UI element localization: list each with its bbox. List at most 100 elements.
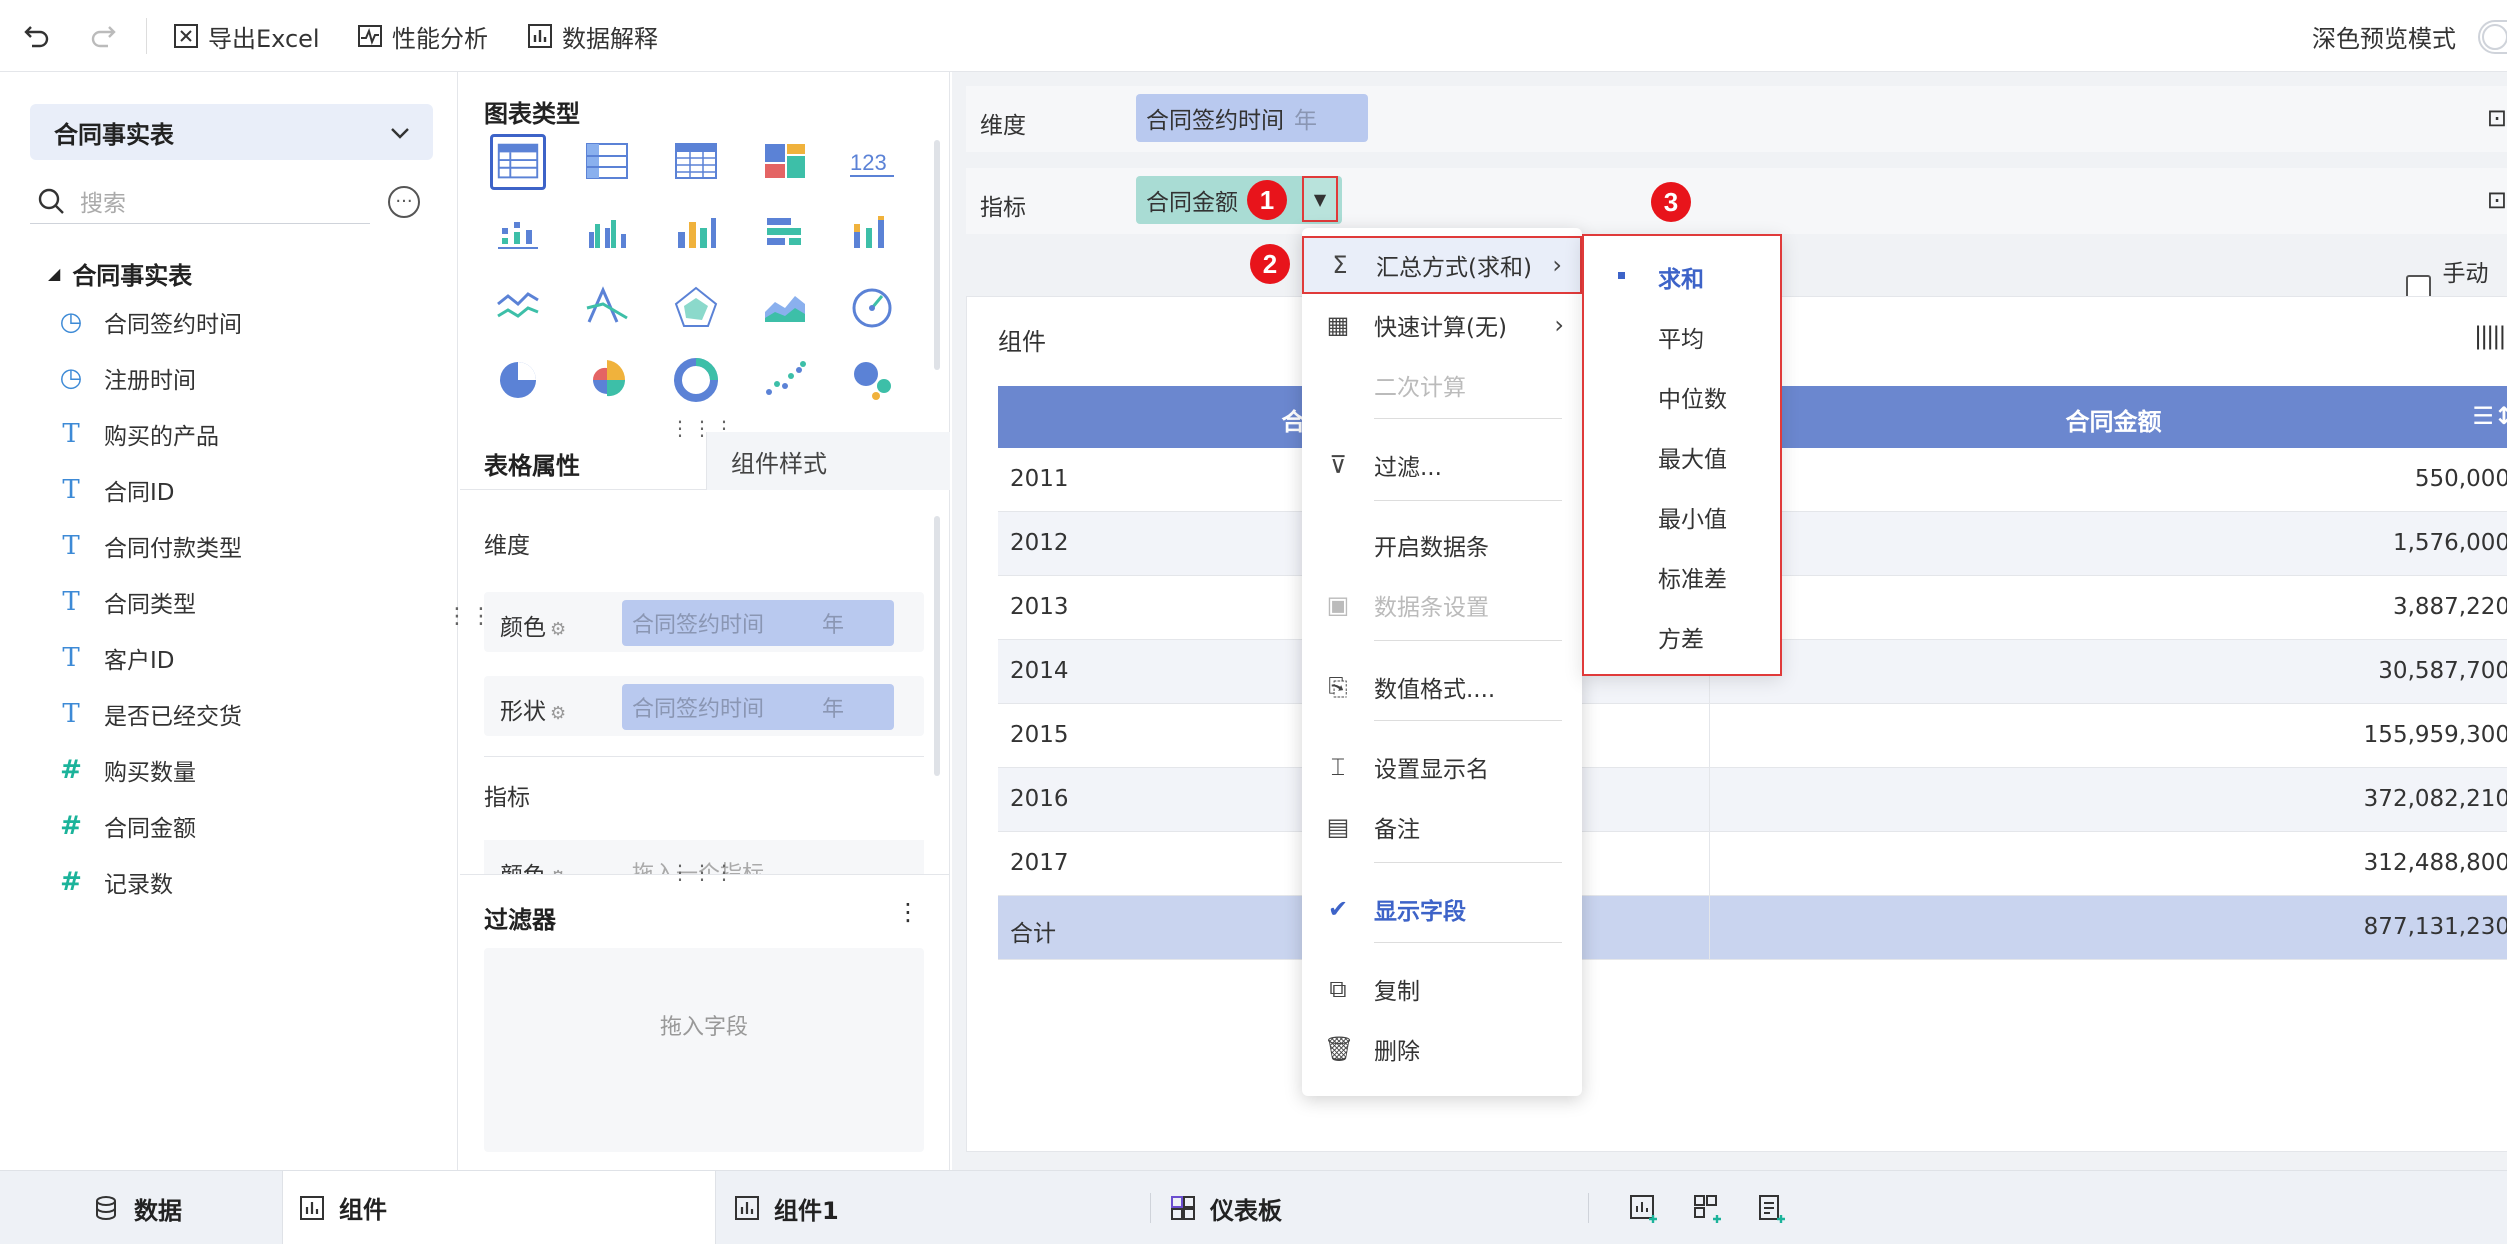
tab-table-properties[interactable]: 表格属性 xyxy=(484,446,580,481)
kpi-number-icon[interactable]: 123 xyxy=(844,134,900,190)
tab-divider xyxy=(1588,1193,1589,1223)
field-item[interactable]: # 购买数量 xyxy=(58,750,196,790)
detail-table-icon[interactable] xyxy=(668,134,724,190)
add-dashboard-icon[interactable] xyxy=(1692,1193,1724,1225)
scatter-bar-icon[interactable] xyxy=(490,208,546,264)
aggregation-option[interactable]: 方差 xyxy=(1584,604,1780,664)
menu-item[interactable]: ⎘ 数值格式.... xyxy=(1302,658,1582,716)
step-badge-2: 2 xyxy=(1250,244,1290,284)
tab-widget-style[interactable]: 组件样式 xyxy=(706,432,950,490)
properties-scrollbar[interactable] xyxy=(934,516,940,776)
aggregation-option[interactable]: 最大值 xyxy=(1584,424,1780,484)
radar-line-icon[interactable] xyxy=(579,280,635,336)
gear-icon[interactable]: ⚙ xyxy=(550,619,566,640)
scatter-plot-icon[interactable] xyxy=(757,352,813,408)
menu-item[interactable]: ▤ 备注 xyxy=(1302,798,1582,856)
radar-chart-icon[interactable] xyxy=(668,280,724,336)
menu-item[interactable]: 🗑 删除 xyxy=(1302,1020,1582,1078)
tab-data[interactable]: 数据 xyxy=(92,1171,182,1244)
rose-chart-icon[interactable] xyxy=(579,352,635,408)
shape-pill-label: 合同签约时间 xyxy=(632,697,765,722)
aggregation-option[interactable]: 中位数 xyxy=(1584,364,1780,424)
metric-section-label: 指标 xyxy=(484,785,530,811)
edge-toolbox-icon[interactable]: ⊡ xyxy=(2487,104,2507,132)
gear-icon[interactable]: ⚙ xyxy=(550,703,566,724)
aggregation-option[interactable]: 最小值 xyxy=(1584,484,1780,544)
field-search-input[interactable]: 搜索 xyxy=(30,178,370,224)
more-options-icon[interactable]: ··· xyxy=(388,186,420,218)
field-item[interactable]: T 合同ID xyxy=(58,470,174,510)
edge-toolbox-icon[interactable]: ⊡ xyxy=(2487,186,2507,214)
grouped-bar-icon[interactable] xyxy=(579,208,635,264)
dimension-pill[interactable]: 合同签约时间年 xyxy=(1136,94,1368,142)
header-cell-amount[interactable]: 合同金额 xyxy=(1709,402,2507,437)
data-explain-button[interactable]: 数据解释 xyxy=(526,16,658,56)
metric-dropdown-toggle[interactable]: ▼ xyxy=(1302,176,1338,222)
export-excel-button[interactable]: 导出Excel xyxy=(172,16,320,56)
line-chart-icon[interactable] xyxy=(490,280,546,336)
aggregation-option[interactable]: 标准差 xyxy=(1584,544,1780,604)
dark-preview-toggle[interactable] xyxy=(2478,20,2507,54)
resize-handle-icon[interactable]: ⋮⋮⋮ xyxy=(670,860,736,884)
menu-item[interactable]: ⧉ 复制 xyxy=(1302,960,1582,1018)
menu-divider xyxy=(1374,720,1562,721)
table-grid-icon[interactable] xyxy=(490,134,546,190)
gear-icon[interactable]: ⚙ xyxy=(550,867,566,874)
performance-analysis-button[interactable]: 性能分析 xyxy=(356,16,488,56)
menu-item[interactable]: 开启数据条 xyxy=(1302,516,1582,574)
field-label: 客户ID xyxy=(104,648,175,674)
cell-amount: 550,000 xyxy=(2414,466,2507,492)
field-item[interactable]: T 合同付款类型 xyxy=(58,526,242,566)
field-item[interactable]: T 是否已经交货 xyxy=(58,694,242,734)
treemap-icon[interactable] xyxy=(757,134,813,190)
menu-item[interactable]: ✔ 显示字段 xyxy=(1302,880,1582,938)
undo-button[interactable] xyxy=(22,16,52,56)
cell-year: 2011 xyxy=(1010,466,1069,492)
area-chart-icon[interactable] xyxy=(757,280,813,336)
tab-widget[interactable]: 组件 xyxy=(282,1171,716,1244)
table-selector[interactable]: 合同事实表 xyxy=(30,104,433,160)
menu-item[interactable]: ▦ 快速计算(无) › xyxy=(1302,296,1582,354)
panel-resize-handle-icon[interactable]: ⋮⋮ xyxy=(446,604,494,629)
sort-icon[interactable]: ☰↕ xyxy=(2472,402,2507,430)
bubble-chart-icon[interactable] xyxy=(844,352,900,408)
gauge-icon[interactable] xyxy=(844,280,900,336)
menu-item[interactable]: ⊽ 过滤... xyxy=(1302,436,1582,494)
dashboard-icon xyxy=(1171,1196,1195,1220)
aggregation-option[interactable]: 求和 xyxy=(1584,244,1780,304)
field-item[interactable]: T 合同类型 xyxy=(58,582,196,622)
menu-divider xyxy=(1374,942,1562,943)
tab-widget1[interactable]: 组件1 xyxy=(734,1171,839,1244)
horizontal-bar-icon[interactable] xyxy=(757,208,813,264)
color-dimension-pill[interactable]: 合同签约时间 年 xyxy=(622,600,894,646)
donut-chart-icon[interactable] xyxy=(668,352,724,408)
tree-root-node[interactable]: ◢ 合同事实表 xyxy=(48,256,192,291)
menu-item[interactable]: ⌶ 设置显示名 xyxy=(1302,738,1582,796)
chart-type-scrollbar[interactable] xyxy=(934,140,940,370)
bar-chart-icon[interactable] xyxy=(668,208,724,264)
search-placeholder: 搜索 xyxy=(80,190,126,217)
widget-chart-icon xyxy=(735,1196,759,1220)
field-item[interactable]: # 合同金额 xyxy=(58,806,196,846)
menu-item[interactable]: Σ 汇总方式(求和) › xyxy=(1302,236,1582,294)
shape-dimension-pill[interactable]: 合同签约时间 年 xyxy=(622,684,894,730)
field-item[interactable]: T 客户ID xyxy=(58,638,175,678)
field-item[interactable]: # 记录数 xyxy=(58,862,173,902)
tab-dashboard[interactable]: 仪表板 xyxy=(1170,1171,1282,1244)
add-widget-icon[interactable] xyxy=(1628,1193,1660,1225)
field-item[interactable]: ◷ 注册时间 xyxy=(58,358,196,398)
redo-button[interactable] xyxy=(88,16,118,56)
aggregation-option[interactable]: 平均 xyxy=(1584,304,1780,364)
pie-chart-icon[interactable] xyxy=(490,352,546,408)
add-report-icon[interactable] xyxy=(1756,1193,1788,1225)
field-item[interactable]: ◷ 合同签约时间 xyxy=(58,302,242,342)
filter-drop-zone[interactable]: 拖入字段 xyxy=(484,948,924,1152)
stacked-bar-icon[interactable] xyxy=(844,208,900,264)
cross-table-icon[interactable] xyxy=(579,134,635,190)
field-item[interactable]: T 购买的产品 xyxy=(58,414,219,454)
aggregation-option-label: 最小值 xyxy=(1658,507,1727,533)
barcode-icon[interactable]: ||||| xyxy=(2474,322,2506,350)
filter-more-icon[interactable]: ⋮ xyxy=(896,898,920,926)
table-row: 2017 312,488,800 xyxy=(998,832,2507,896)
menu-divider xyxy=(1374,640,1562,641)
